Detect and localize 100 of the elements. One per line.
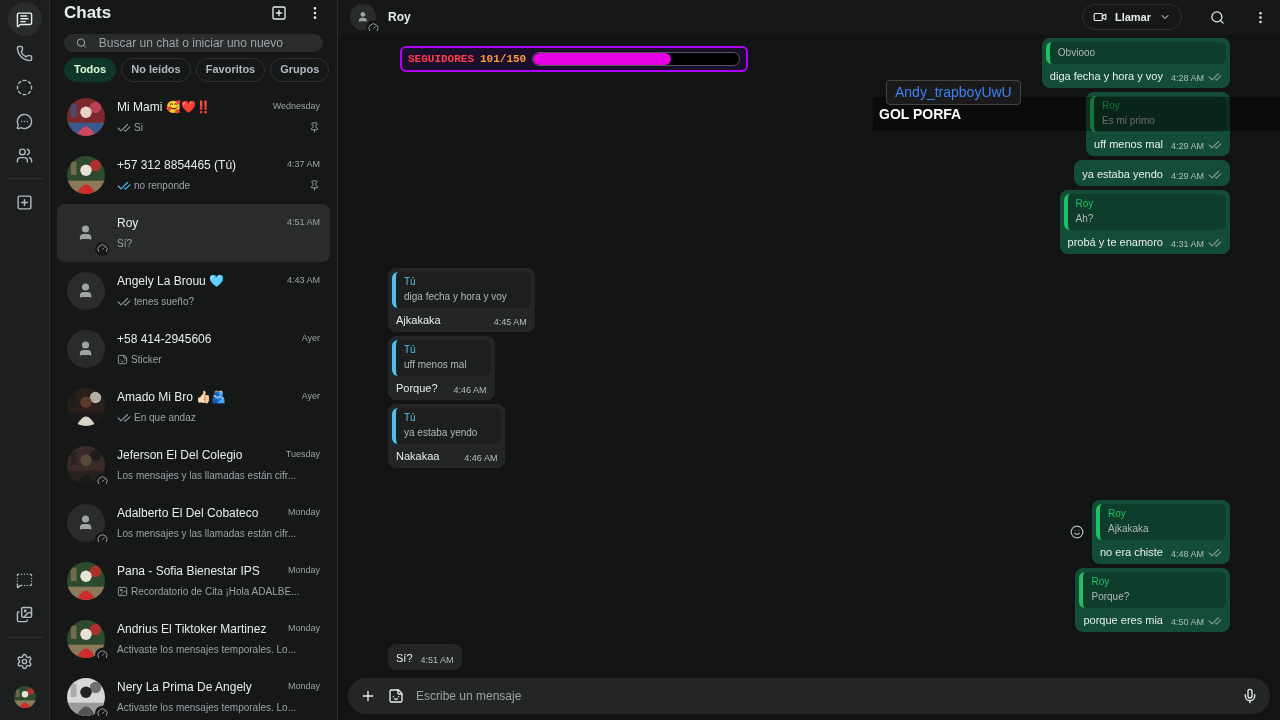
message-time: 4:50 AM (1170, 616, 1204, 628)
chat-time: Monday (286, 564, 320, 578)
message-text: Ajkakaka (396, 313, 442, 328)
chat-preview: Recordatorio de Cita ¡Hola ADALBE... (131, 585, 300, 599)
chat-name: Jeferson El Del Colegio (117, 447, 243, 464)
sidebar-title: Chats (64, 2, 112, 24)
chat-name: Roy (117, 215, 139, 232)
chat-time: Tuesday (284, 448, 320, 462)
chat-list-item[interactable]: Pana - Sofia Bienestar IPS Monday Recordatorio de Cita ¡Hola ADALBE... (57, 551, 330, 610)
overlay-username: Andy_trapboyUwU (886, 80, 1021, 105)
chat-time: Monday (286, 506, 320, 520)
quote-author: Tú (404, 275, 417, 289)
chat-name: Nery La Prima De Angely (117, 679, 252, 696)
chat-name: Mi Mami 🥰❤‼ (117, 99, 211, 116)
quote-text: Obviooo (1057, 46, 1097, 60)
chat-preview: En que andaz (134, 411, 196, 425)
message-text: Sí? (396, 651, 414, 666)
chat-name: Adalberto El Del Cobateco (117, 505, 259, 522)
message-text: porque eres mia (1083, 613, 1164, 628)
message-time: 4:51 AM (420, 654, 454, 666)
message-text: probá y te enamoro (1067, 235, 1164, 250)
message-time: 4:31 AM (1170, 238, 1204, 250)
quote-text: ya estaba yendo (404, 426, 478, 440)
message-input[interactable]: Escribe un mensaje (416, 687, 1230, 705)
chat-name: Angely La Brouu 🩵 (117, 273, 225, 290)
chat-time: 4:51 AM (285, 216, 320, 230)
message-time: 4:48 AM (1170, 548, 1204, 560)
search-icon[interactable] (1210, 9, 1225, 25)
quote-author: Roy (1075, 197, 1095, 211)
profile-avatar[interactable] (13, 686, 36, 708)
quote-text: diga fecha y hora y voy (404, 290, 507, 304)
chat-time: 4:37 AM (285, 158, 320, 172)
chat-time: Ayer (300, 332, 320, 346)
message-time: 4:28 AM (1170, 72, 1204, 84)
search-field[interactable]: Buscar un chat o iniciar uno nuevo (64, 33, 323, 52)
quote-author: Tú (404, 343, 417, 357)
quote-text: Ah? (1075, 212, 1095, 226)
quote-text: uff menos mal (404, 358, 467, 372)
quote-text: Es mi primo (1102, 114, 1156, 128)
message-text: ya estaba yendo (1082, 167, 1164, 182)
message-text: diga fecha y hora y voy (1049, 69, 1164, 84)
quote-text: Porque? (1091, 590, 1131, 604)
emoji-react-icon[interactable] (1070, 525, 1084, 539)
message-time: 4:29 AM (1170, 170, 1204, 182)
chat-preview: Los mensajes y las llamadas están cifr... (117, 527, 296, 541)
message-composer[interactable]: Escribe un mensaje (348, 678, 1270, 714)
chat-preview: tenes sueño? (134, 295, 195, 309)
message-time: 4:45 AM (493, 316, 527, 328)
message-text: uff menos mal (1094, 137, 1164, 152)
filter-chip[interactable]: Todos (64, 57, 117, 82)
chat-preview: Los mensajes y las llamadas están cifr... (117, 469, 296, 483)
message-time: 4:46 AM (453, 384, 487, 396)
chat-list-item[interactable]: Adalberto El Del Cobateco Monday Los mensajes y las llamadas están cifr... (57, 493, 330, 552)
sticker-icon[interactable] (388, 688, 404, 704)
chat-preview: Sí? (117, 237, 132, 251)
chat-list-item[interactable]: Amado Mi Bro 👍🏻🫂 Ayer En que andaz (57, 377, 330, 436)
message-text: Porque? (396, 381, 439, 396)
chat-time: Wednesday (271, 100, 320, 114)
contact-name: Roy (388, 9, 411, 26)
chat-name: +57 312 8854465 (Tú) (117, 157, 237, 174)
quote-author: Roy (1091, 575, 1111, 589)
chats-icon[interactable] (7, 2, 42, 36)
search-icon (76, 36, 87, 49)
chat-preview: Sticker (131, 353, 162, 367)
message-text: no era chiste (1100, 545, 1164, 560)
quote-text: Ajkakaka (1108, 522, 1150, 536)
chat-name: Pana - Sofia Bienestar IPS (117, 563, 260, 580)
chat-list-item[interactable]: Jeferson El Del Colegio Tuesday Los mensajes y las llamadas están cifr... (57, 435, 330, 494)
chat-preview: Activaste los mensajes temporales. Lo... (117, 701, 296, 715)
message-text: Nakakaa (396, 449, 441, 464)
chat-list-item[interactable]: Angely La Brouu 🩵 4:43 AM tenes sueño? (57, 261, 330, 320)
chat-preview: Si (134, 121, 143, 135)
search-input[interactable]: Buscar un chat o iniciar uno nuevo (98, 33, 311, 52)
quote-author: Tú (404, 411, 417, 425)
overlay-message: GOL PORFA (879, 104, 962, 124)
new-chat-icon[interactable] (271, 4, 287, 21)
followers-count: 101/150 (480, 51, 527, 67)
chat-name: Andrius El Tiktoker Martinez (117, 621, 267, 638)
chat-list-item[interactable]: Nery La Prima De Angely Monday Activaste los mensajes temporales. Lo... (57, 667, 330, 720)
chat-name: Amado Mi Bro 👍🏻🫂 (117, 389, 227, 406)
message-time: 4:46 AM (464, 452, 498, 464)
chat-time: 4:43 AM (285, 274, 320, 288)
chat-name: +58 414-2945606 (117, 331, 212, 348)
chat-list-item[interactable]: +57 312 8854465 (Tú) 4:37 AM no renponde (57, 145, 330, 204)
chat-time: Monday (286, 680, 320, 694)
chat-list-item[interactable]: Mi Mami 🥰❤‼ Wednesday Si (57, 87, 330, 146)
chat-preview: Activaste los mensajes temporales. Lo... (117, 643, 296, 657)
chat-time: Monday (286, 622, 320, 636)
chat-list-item[interactable]: +58 414-2945606 Ayer Sticker (57, 319, 330, 378)
microphone-icon[interactable] (1242, 688, 1258, 704)
chat-list-item[interactable]: Andrius El Tiktoker Martinez Monday Activaste los mensajes temporales. Lo... (57, 609, 330, 668)
message-time: 4:29 AM (1170, 140, 1204, 152)
video-camera-icon (1092, 10, 1107, 24)
quote-author: Roy (1102, 99, 1121, 113)
chat-preview: no renponde (134, 179, 191, 193)
plus-icon[interactable] (360, 688, 376, 704)
chat-list-item[interactable]: Roy 4:51 AM Sí? (57, 203, 330, 262)
quote-author: Roy (1108, 507, 1127, 521)
chat-time: Ayer (300, 390, 320, 404)
default-avatar (350, 4, 376, 30)
